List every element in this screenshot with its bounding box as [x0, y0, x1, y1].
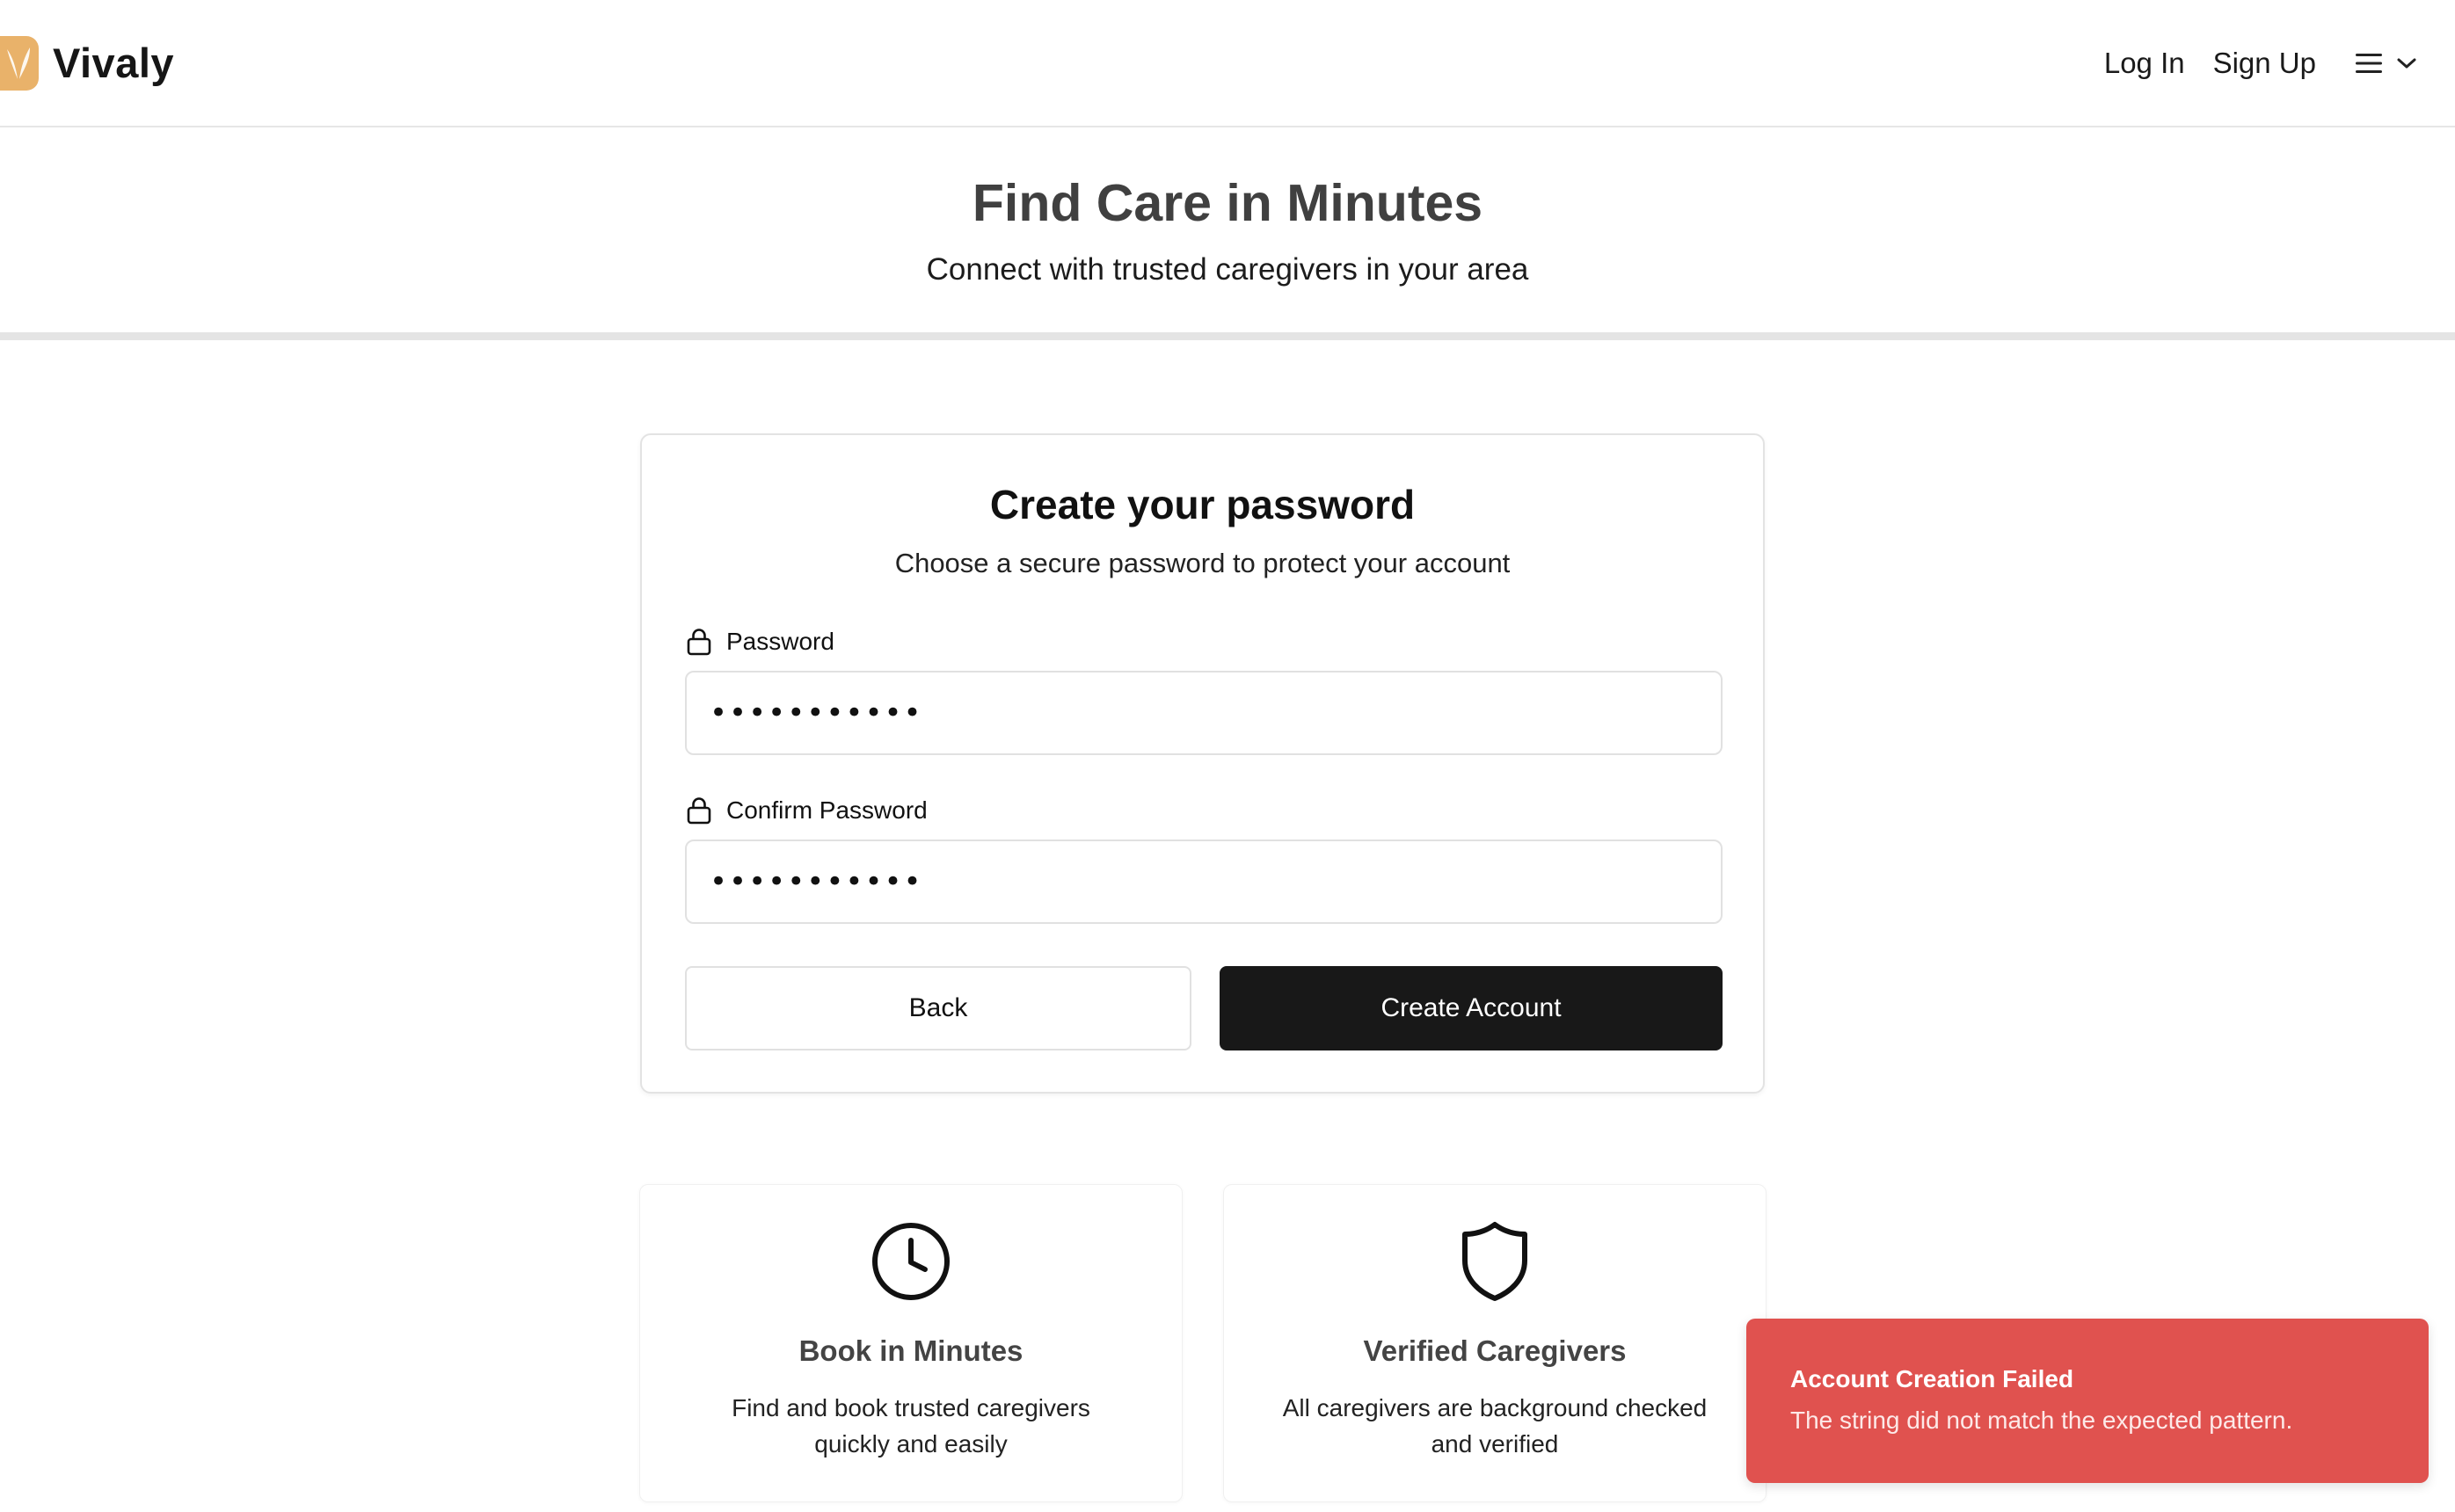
feature-title: Book in Minutes: [798, 1334, 1024, 1367]
create-account-button[interactable]: Create Account: [1220, 966, 1723, 1050]
feature-description: All caregivers are background checked an…: [1282, 1394, 1708, 1457]
shield-icon: [1462, 1222, 1527, 1301]
error-toast[interactable]: Account Creation Failed The string did n…: [1746, 1319, 2429, 1483]
top-header: Vivaly Log In Sign Up: [0, 0, 2455, 127]
hamburger-icon: [2356, 53, 2382, 73]
password-label-text: Password: [726, 628, 834, 655]
confirm-password-label: Confirm Password: [686, 796, 928, 825]
card-title: Create your password: [989, 482, 1416, 527]
chevron-down-icon: [2397, 58, 2416, 68]
feature-description: Find and book trusted caregivers quickly…: [732, 1394, 1090, 1457]
hero-section: Find Care in Minutes Connect with truste…: [0, 129, 2455, 340]
login-link[interactable]: Log In: [2104, 47, 2185, 80]
feature-card-verified: Verified Caregivers All caregivers are b…: [1223, 1184, 1767, 1502]
feature-title: Verified Caregivers: [1363, 1334, 1627, 1367]
card-subtitle: Choose a secure password to protect your…: [894, 548, 1511, 578]
clock-icon: [872, 1223, 950, 1300]
menu-button[interactable]: [2355, 51, 2418, 76]
password-card: Create your password Choose a secure pas…: [640, 433, 1765, 1094]
feature-card-book: Book in Minutes Find and book trusted ca…: [639, 1184, 1183, 1502]
lock-icon: [687, 629, 711, 656]
lock-icon: [687, 797, 711, 825]
hero-title: Find Care in Minutes: [972, 174, 1483, 232]
password-input[interactable]: •••••••••••: [685, 671, 1723, 755]
brand-link[interactable]: Vivaly: [0, 35, 175, 91]
signup-link[interactable]: Sign Up: [2213, 47, 2316, 80]
top-nav: Log In Sign Up: [2076, 47, 2418, 80]
confirm-password-label-text: Confirm Password: [726, 796, 928, 824]
toast-title: Account Creation Failed: [1790, 1365, 2074, 1392]
password-label: Password: [686, 628, 834, 656]
vivaly-logo-icon: [0, 35, 39, 91]
confirm-password-input[interactable]: •••••••••••: [685, 840, 1723, 924]
toast-message: The string did not match the expected pa…: [1790, 1407, 2293, 1434]
hero-subtitle: Connect with trusted caregivers in your …: [926, 252, 1529, 287]
back-button[interactable]: Back: [685, 966, 1191, 1050]
brand-name: Vivaly: [53, 40, 175, 86]
